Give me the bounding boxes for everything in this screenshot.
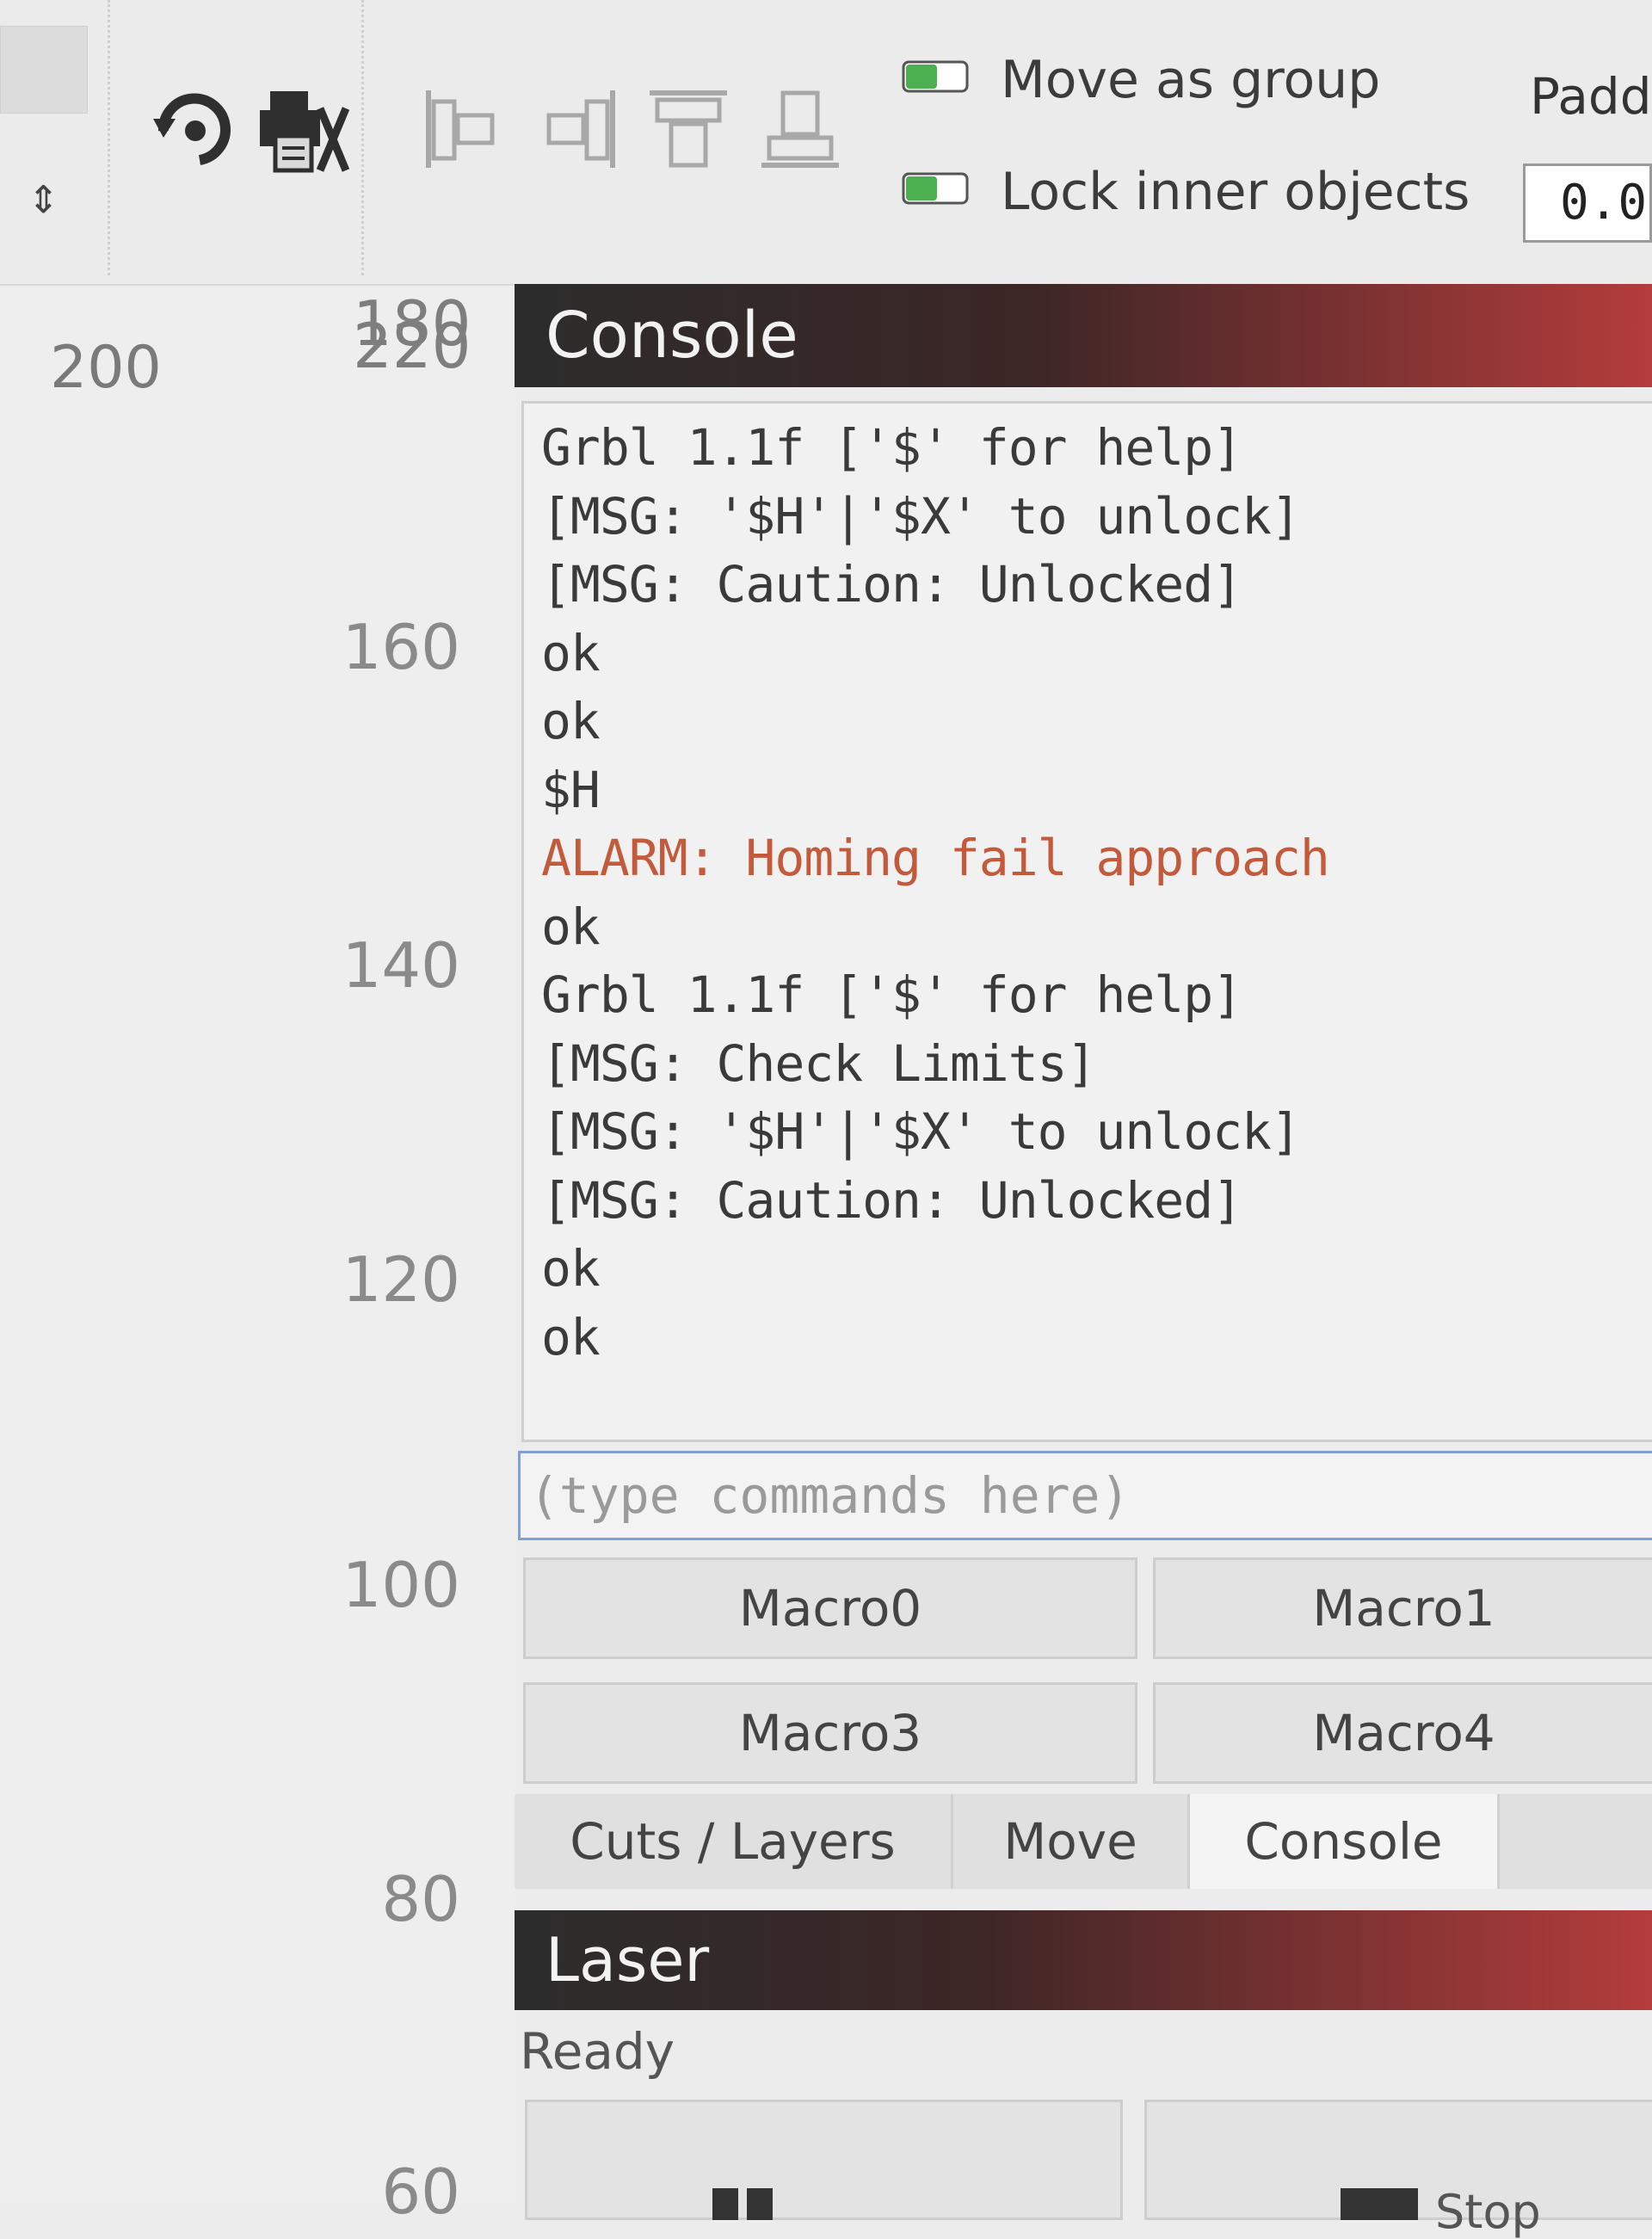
console-line: Grbl 1.1f ['$' for help] [541, 965, 1242, 1024]
move-as-group-checkbox[interactable] [902, 60, 969, 93]
console-line: Grbl 1.1f ['$' for help] [541, 418, 1242, 477]
align-top-icon[interactable] [645, 86, 731, 172]
console-line: [MSG: '$H'|'$X' to unlock] [541, 486, 1301, 546]
console-line: ok [541, 1307, 601, 1366]
align-bottom-icon[interactable] [757, 86, 843, 172]
console-panel-title: Console [515, 284, 1652, 387]
console-line: ok [541, 897, 601, 956]
command-input[interactable] [518, 1451, 1652, 1540]
console-alarm-line: ALARM: Homing fail approach [541, 829, 1330, 887]
ruler-y-label: 60 [381, 2156, 460, 2228]
console-log: Grbl 1.1f ['$' for help] [MSG: '$H'|'$X' … [521, 401, 1652, 1442]
ruler-x-label: 200 [50, 334, 162, 402]
console-line: [MSG: '$H'|'$X' to unlock] [541, 1102, 1301, 1161]
macro3-button[interactable]: Macro3 [523, 1682, 1137, 1784]
print-cut-icon[interactable] [251, 84, 354, 179]
laser-panel-title: Laser [515, 1910, 1652, 2010]
lock-inner-objects-label[interactable]: Lock inner objects [1001, 162, 1470, 222]
tab-cuts-layers[interactable]: Cuts / Layers [515, 1794, 953, 1889]
toolbar-dropdown[interactable] [0, 26, 88, 114]
macro1-button[interactable]: Macro1 [1153, 1557, 1652, 1659]
console-line: ok [541, 623, 601, 682]
align-left-icon[interactable] [422, 86, 499, 172]
tab-console[interactable]: Console [1190, 1794, 1500, 1889]
console-line: $H [541, 760, 601, 819]
console-line: ok [541, 1239, 601, 1298]
rotate-icon[interactable] [148, 86, 243, 172]
stop-icon [1341, 2188, 1418, 2220]
ruler-y-label: 120 [342, 1243, 460, 1316]
padding-label: Paddi [1530, 67, 1652, 126]
console-line: [MSG: Caution: Unlocked] [541, 1170, 1242, 1230]
pause-button[interactable] [525, 2100, 1123, 2220]
console-line: [MSG: Caution: Unlocked] [541, 555, 1242, 614]
tab-overflow[interactable] [1500, 1794, 1652, 1889]
ruler-y-label: 80 [381, 1863, 460, 1935]
align-right-icon[interactable] [542, 86, 620, 172]
macro4-button[interactable]: Macro4 [1153, 1682, 1652, 1784]
stop-button[interactable]: Stop [1144, 2100, 1652, 2239]
macro0-button[interactable]: Macro0 [523, 1557, 1137, 1659]
move-as-group-label[interactable]: Move as group [1001, 50, 1380, 110]
panel-tabs: Cuts / Layers Move Console [515, 1794, 1652, 1889]
toolbar-separator [108, 0, 110, 275]
tab-move[interactable]: Move [953, 1794, 1190, 1889]
spinner-arrows-icon[interactable]: ⇕ [7, 163, 80, 237]
ruler-y-label: 100 [342, 1549, 460, 1621]
toolbar: ⇕ Move as group Lock inner objects Paddi… [0, 0, 1652, 286]
console-line: [MSG: Check Limits] [541, 1033, 1096, 1093]
ruler-y-label: 220 [353, 310, 472, 382]
padding-input[interactable]: 0.0 [1523, 163, 1652, 243]
toolbar-separator [361, 0, 364, 275]
ruler-y-label: 160 [342, 611, 460, 683]
console-line: ok [541, 692, 601, 750]
lock-inner-objects-checkbox[interactable] [902, 172, 969, 205]
ruler-y-label: 140 [342, 929, 460, 1002]
stop-label: Stop [1435, 2185, 1541, 2239]
pause-icon [712, 2188, 781, 2220]
laser-status: Ready [520, 2022, 675, 2081]
